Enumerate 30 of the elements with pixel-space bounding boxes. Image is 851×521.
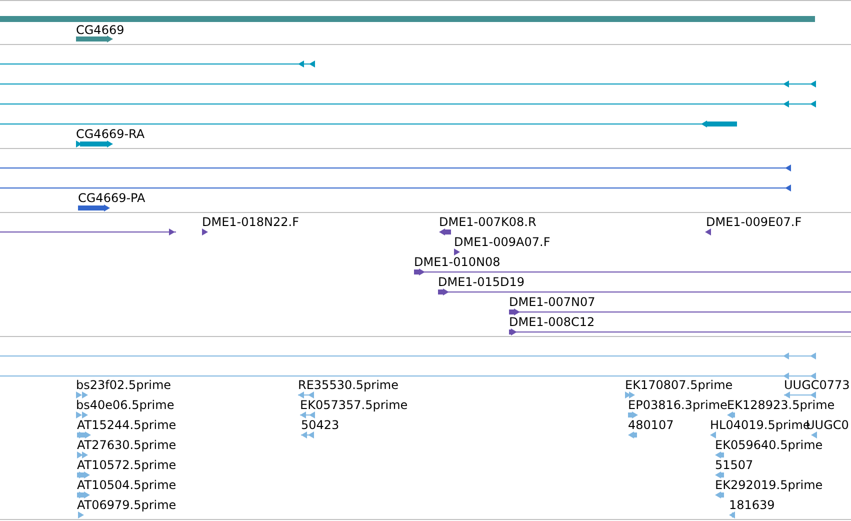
feature-label[interactable]: DME1-009A07.F [454, 235, 550, 249]
feature-label[interactable]: AT15244.5prime [77, 418, 176, 432]
feature-label[interactable]: DME1-007N07 [509, 295, 596, 309]
feature-label[interactable]: 50423 [301, 418, 340, 432]
feature-label[interactable]: RE35530.5prime [298, 378, 398, 392]
feature-label[interactable]: DME1-018N22.F [202, 215, 300, 229]
feature-label[interactable]: 51507 [715, 458, 754, 472]
feature-label[interactable]: CG4669-PA [78, 191, 146, 205]
feature-label[interactable]: DME1-015D19 [438, 275, 525, 289]
feature-label[interactable]: EK057357.5prime [300, 398, 408, 412]
feature-label[interactable]: bs23f02.5prime [76, 378, 172, 392]
feature-label[interactable]: CG4669-RA [76, 127, 145, 141]
feature-label[interactable]: DME1-008C12 [509, 315, 595, 329]
feature-label[interactable]: DME1-007K08.R [439, 215, 536, 229]
feature-label[interactable]: 480107 [628, 418, 674, 432]
feature-label[interactable]: bs40e06.5prime [76, 398, 174, 412]
feature-label[interactable]: EK128923.5prime [727, 398, 835, 412]
feature-label[interactable]: AT27630.5prime [77, 438, 176, 452]
feature-label[interactable]: EP03816.3prime [628, 398, 728, 412]
feature-label[interactable]: 181639 [729, 498, 775, 512]
feature-label[interactable]: UUGC0773 [784, 378, 850, 392]
feature-label[interactable]: CG4669 [76, 23, 124, 37]
feature-label[interactable]: DME1-009E07.F [706, 215, 802, 229]
feature-label[interactable]: AT10572.5prime [77, 458, 176, 472]
feature-label[interactable]: AT10504.5prime [77, 478, 176, 492]
feature-label[interactable]: EK292019.5prime [715, 478, 823, 492]
feature-label[interactable]: DME1-010N08 [414, 255, 500, 269]
feature-label[interactable]: EK059640.5prime [715, 438, 823, 452]
feature-label[interactable]: AT06979.5prime [77, 498, 176, 512]
feature-label[interactable]: EK170807.5prime [625, 378, 733, 392]
